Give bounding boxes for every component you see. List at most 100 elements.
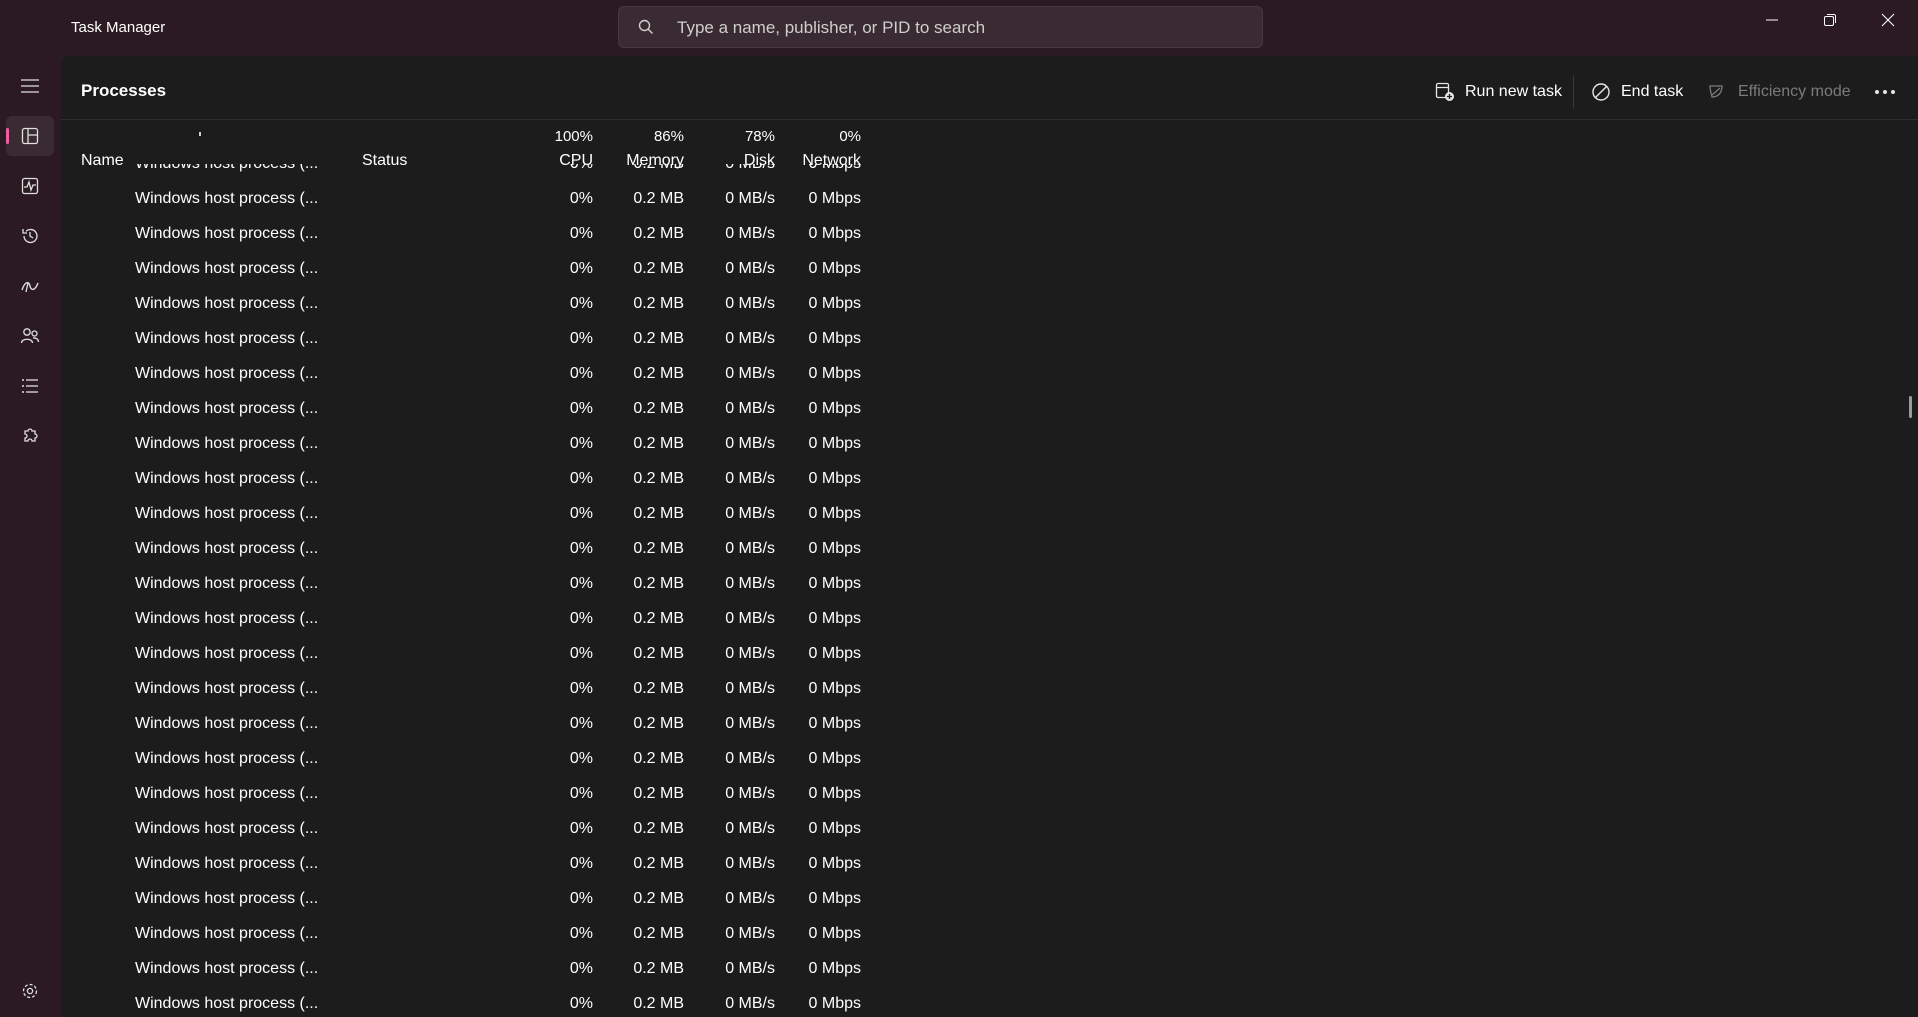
process-name: Windows host process (... <box>135 295 319 312</box>
process-network: 0 Mbps <box>808 190 861 207</box>
process-row[interactable]: Windows host process (... 0% 0.2 MB 0 MB/s 0… <box>61 811 1918 846</box>
leaf-icon <box>1709 85 1723 98</box>
process-network: 0 Mbps <box>808 365 861 382</box>
nav-settings[interactable] <box>6 971 54 1011</box>
process-cpu: 0% <box>569 960 593 977</box>
process-network: 0 Mbps <box>808 715 861 732</box>
process-disk: 0 MB/s <box>725 260 775 277</box>
process-row[interactable]: Windows host process (... 0% 0.2 MB 0 MB/s 0… <box>61 181 1918 216</box>
process-cpu: 0% <box>569 610 593 627</box>
end-task-icon <box>1592 83 1610 101</box>
process-cpu: 0% <box>569 925 593 942</box>
process-row[interactable]: Windows host process (... 0% 0.2 MB 0 MB/s 0… <box>61 636 1918 671</box>
process-disk: 0 MB/s <box>725 470 775 487</box>
process-row[interactable]: Windows host process (... 0% 0.2 MB 0 MB/s 0… <box>61 496 1918 531</box>
process-row[interactable]: Windows host process (... 0% 0.2 MB 0 MB/s 0… <box>61 531 1918 566</box>
process-row[interactable]: Windows host process (... 0% 0.2 MB 0 MB/s 0… <box>61 881 1918 916</box>
process-row[interactable]: Windows host process (... 0% 0.2 MB 0 MB/s 0… <box>61 846 1918 881</box>
process-name: Windows host process (... <box>135 470 319 487</box>
nav-processes[interactable] <box>6 116 54 156</box>
nav-performance[interactable] <box>6 166 54 206</box>
close-button[interactable] <box>1858 0 1918 40</box>
process-name: Windows host process (... <box>135 225 319 242</box>
processes-panel: Processes Run new task End task Efficien… <box>61 56 1918 1017</box>
nav-app-history[interactable] <box>6 216 54 256</box>
more-options-button[interactable] <box>1874 74 1896 110</box>
header-divider <box>61 119 1918 120</box>
process-network: 0 Mbps <box>808 925 861 942</box>
process-name: Windows host process (... <box>135 260 319 277</box>
process-cpu: 0% <box>569 190 593 207</box>
scrollbar-thumb[interactable] <box>1909 396 1912 418</box>
process-disk: 0 MB/s <box>695 164 775 181</box>
process-name: Windows host process (... <box>135 715 319 732</box>
process-cpu: 0% <box>569 470 593 487</box>
process-memory: 0.2 MB <box>633 540 684 557</box>
process-row[interactable]: Windows host process (... 0% 0.2 MB 0 MB/s 0… <box>61 251 1918 286</box>
process-row[interactable]: Windows host process (... 0% 0.2 MB 0 MB/s 0… <box>61 356 1918 391</box>
process-cpu: 0% <box>569 575 593 592</box>
process-row[interactable]: Windows host process (... 0% 0.2 MB 0 MB/s 0… <box>61 426 1918 461</box>
process-cpu: 0% <box>569 995 593 1012</box>
process-memory: 0.2 MB <box>633 680 684 697</box>
process-disk: 0 MB/s <box>725 680 775 697</box>
process-row[interactable]: Windows host process (... 0% 0.2 MB 0 MB/s 0… <box>61 671 1918 706</box>
search-input[interactable] <box>675 7 1239 49</box>
process-name: Windows host process (... <box>135 190 319 207</box>
process-network: 0 Mbps <box>808 750 861 767</box>
process-disk: 0 MB/s <box>725 400 775 417</box>
process-memory: 0.2 MB <box>633 225 684 242</box>
process-row[interactable]: Windows host process (... 0% 0.2 MB 0 MB/s 0… <box>61 286 1918 321</box>
process-cpu: 0% <box>569 750 593 767</box>
process-row[interactable]: Windows host process (... 0% 0.2 MB 0 MB/s 0… <box>61 916 1918 951</box>
process-disk: 0 MB/s <box>725 925 775 942</box>
process-disk: 0 MB/s <box>725 995 775 1012</box>
process-row[interactable]: Windows host process (... 0% 0.2 MB 0 MB/s 0… <box>61 986 1918 1017</box>
close-icon <box>1881 13 1895 27</box>
end-task-button[interactable]: End task <box>1591 74 1683 110</box>
process-row[interactable]: Windows host process (... 0% 0.2 MB 0 MB/s 0… <box>61 566 1918 601</box>
process-network: 0 Mbps <box>808 260 861 277</box>
process-list: Windows host process (... 0% 0.2 MB 0 MB/s 0… <box>61 164 1918 1017</box>
search-box[interactable] <box>618 6 1263 49</box>
run-new-task-icon <box>1435 82 1454 101</box>
process-row[interactable]: Windows host process (... 0% 0.2 MB 0 MB/s 0… <box>61 951 1918 986</box>
process-name: Windows host process (... <box>135 330 319 347</box>
nav-startup-apps[interactable] <box>6 266 54 306</box>
performance-icon <box>21 177 39 195</box>
process-name: Windows host process (... <box>135 575 319 592</box>
process-memory: 0.2 MB <box>633 575 684 592</box>
process-network: 0 Mbps <box>808 995 861 1012</box>
nav-services[interactable] <box>6 416 54 456</box>
restore-button[interactable] <box>1800 0 1860 40</box>
process-cpu: 0% <box>569 505 593 522</box>
efficiency-mode-label: Efficiency mode <box>1738 83 1851 100</box>
process-name: Windows host process (... <box>135 855 319 872</box>
minimize-button[interactable] <box>1742 0 1802 40</box>
process-network: 0 Mbps <box>808 505 861 522</box>
process-row[interactable]: Windows host process (... 0% 0.2 MB 0 MB/s 0… <box>61 776 1918 811</box>
nav-users[interactable] <box>6 316 54 356</box>
process-row[interactable]: Windows host process (... 0% 0.2 MB 0 MB/s 0… <box>61 391 1918 426</box>
process-row[interactable]: Windows host process (... 0% 0.2 MB 0 MB/s 0… <box>61 601 1918 636</box>
process-row[interactable]: Windows host process (... 0% 0.2 MB 0 MB/s 0… <box>61 164 1918 181</box>
process-memory: 0.2 MB <box>633 260 684 277</box>
services-icon <box>24 428 38 442</box>
process-row[interactable]: Windows host process (... 0% 0.2 MB 0 MB/s 0… <box>61 216 1918 251</box>
process-row[interactable]: Windows host process (... 0% 0.2 MB 0 MB/s 0… <box>61 461 1918 496</box>
network-usage-total: 0% <box>839 128 861 145</box>
process-cpu: 0% <box>569 225 593 242</box>
efficiency-mode-button[interactable]: Efficiency mode <box>1708 74 1851 110</box>
process-memory: 0.2 MB <box>633 890 684 907</box>
process-cpu: 0% <box>569 365 593 382</box>
run-new-task-button[interactable]: Run new task <box>1435 74 1562 110</box>
hamburger-menu-button[interactable] <box>6 66 54 106</box>
process-row[interactable]: Windows host process (... 0% 0.2 MB 0 MB/s 0… <box>61 741 1918 776</box>
process-row[interactable]: Windows host process (... 0% 0.2 MB 0 MB/s 0… <box>61 706 1918 741</box>
nav-details[interactable] <box>6 366 54 406</box>
details-icon <box>22 379 38 393</box>
process-row[interactable]: Windows host process (... 0% 0.2 MB 0 MB/s 0… <box>61 321 1918 356</box>
process-network: 0 Mbps <box>808 330 861 347</box>
sort-indicator-icon <box>199 132 201 136</box>
search-icon <box>638 19 653 34</box>
